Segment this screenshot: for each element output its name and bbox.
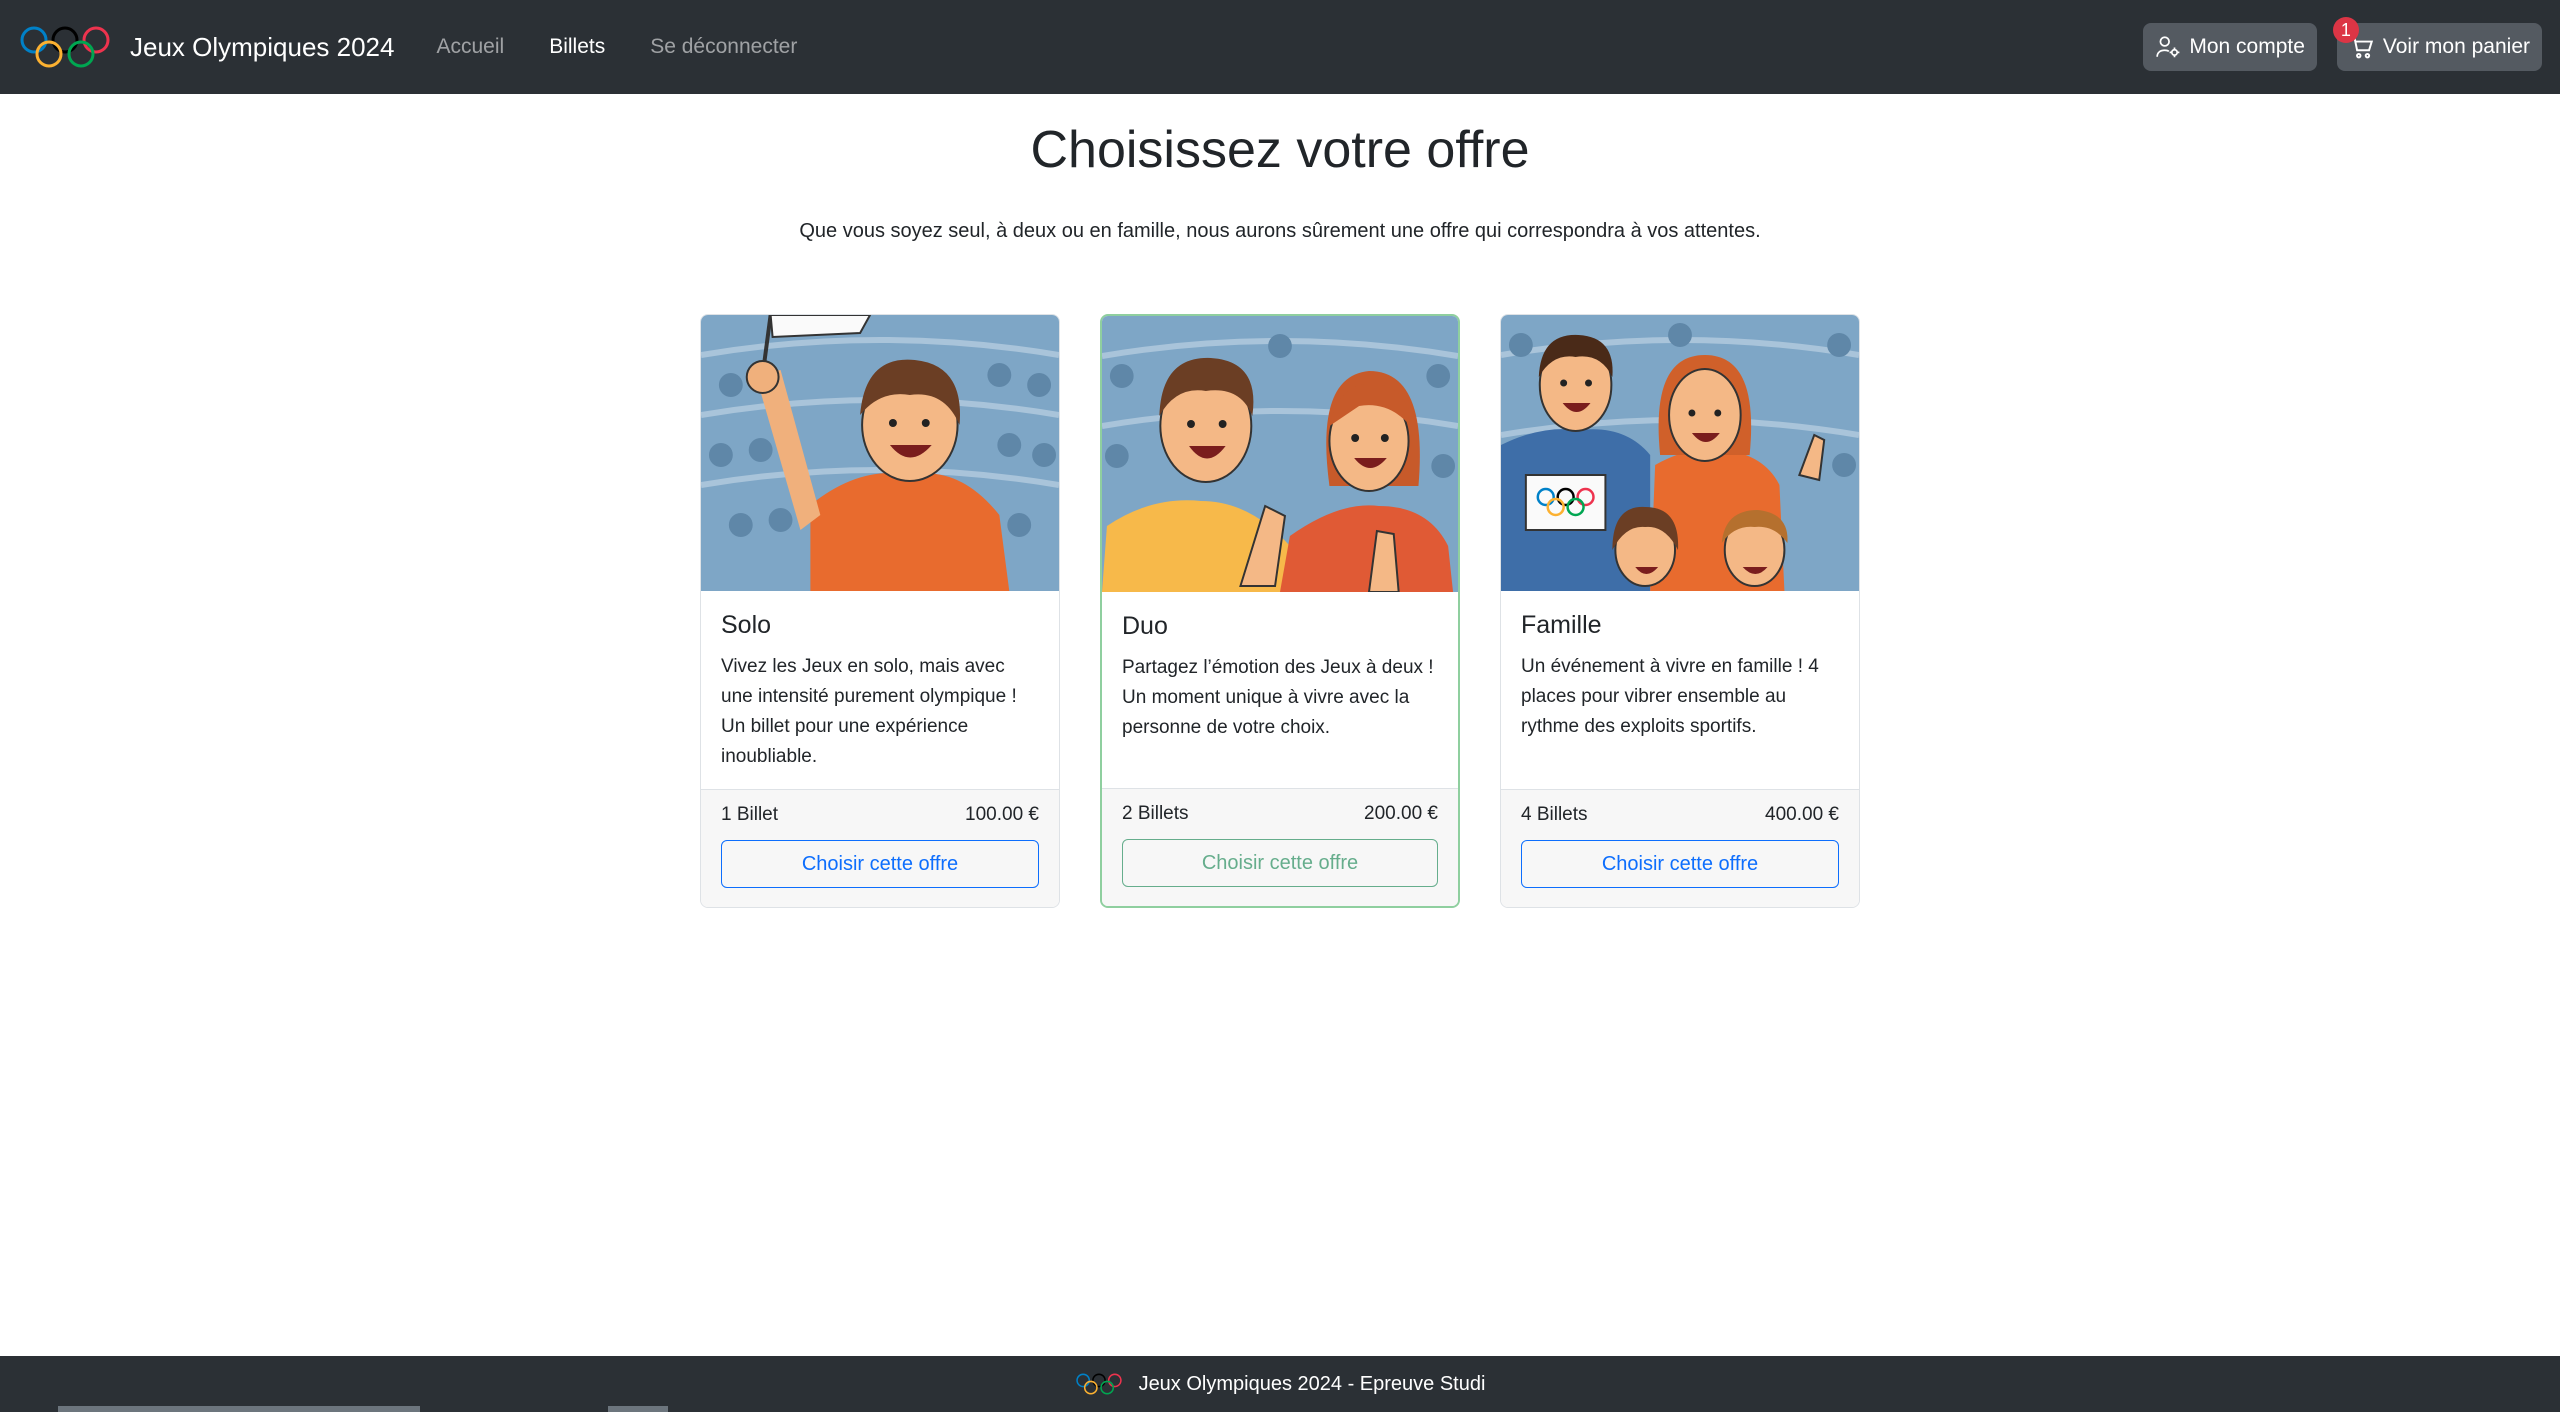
- cart-button[interactable]: 1 Voir mon panier: [2332, 17, 2542, 71]
- offer-body-duo: Duo Partagez l’émotion des Jeux à deux !…: [1102, 592, 1458, 790]
- offer-tickets: 2 Billets: [1122, 803, 1189, 824]
- navbar: Jeux Olympiques 2024 Accueil Billets Se …: [0, 0, 2560, 94]
- horizontal-scrollbar[interactable]: [58, 1406, 420, 1412]
- offer-cards: Solo Vivez les Jeux en solo, mais avec u…: [700, 314, 1860, 908]
- cart-count-badge: 1: [2332, 17, 2359, 43]
- account-label: Mon compte: [2189, 35, 2305, 58]
- offer-body-famille: Famille Un événement à vivre en famille …: [1501, 591, 1859, 789]
- user-gear-icon: [2156, 36, 2180, 58]
- offer-card-famille: Famille Un événement à vivre en famille …: [1500, 314, 1860, 908]
- cart-label: Voir mon panier: [2382, 35, 2530, 58]
- offer-title: Famille: [1521, 611, 1602, 639]
- site-footer: Jeux Olympiques 2024 - Epreuve Studi: [0, 1356, 2560, 1412]
- choose-offer-button-duo[interactable]: Choisir cette offre: [1122, 839, 1438, 887]
- offer-image-duo: [1102, 316, 1458, 592]
- choose-offer-button-famille[interactable]: Choisir cette offre: [1521, 840, 1839, 888]
- footer-text: Jeux Olympiques 2024 - Epreuve Studi: [1138, 1372, 1486, 1395]
- offer-image-famille: [1501, 315, 1859, 591]
- offer-tickets: 1 Billet: [721, 804, 779, 825]
- offer-title: Duo: [1122, 612, 1168, 640]
- offer-footer-famille: 4 Billets 400.00 € Choisir cette offre: [1501, 789, 1859, 907]
- page-lead: Que vous soyez seul, à deux ou en famill…: [799, 220, 1761, 242]
- nav-link-accueil[interactable]: Accueil: [436, 35, 504, 59]
- offer-footer-duo: 2 Billets 200.00 € Choisir cette offre: [1102, 788, 1458, 906]
- choose-offer-button-solo[interactable]: Choisir cette offre: [721, 840, 1039, 888]
- page-title: Choisissez votre offre: [1030, 121, 1530, 179]
- scrollbar-segment: [608, 1406, 668, 1412]
- offer-description: Un événement à vivre en famille ! 4 plac…: [1521, 656, 1819, 737]
- offer-title: Solo: [721, 611, 772, 639]
- offer-card-duo: Duo Partagez l’émotion des Jeux à deux !…: [1100, 314, 1460, 908]
- olympic-rings-icon: [20, 26, 110, 68]
- brand-link[interactable]: Jeux Olympiques 2024: [18, 24, 394, 70]
- offer-footer-solo: 1 Billet 100.00 € Choisir cette offre: [701, 789, 1059, 907]
- offer-description: Partagez l’émotion des Jeux à deux ! Un …: [1122, 657, 1434, 738]
- offer-tickets: 4 Billets: [1521, 804, 1588, 825]
- offer-price: 400.00 €: [1765, 804, 1839, 825]
- offer-image-solo: [701, 315, 1059, 591]
- offer-description: Vivez les Jeux en solo, mais avec une in…: [721, 656, 1017, 767]
- offer-card-solo: Solo Vivez les Jeux en solo, mais avec u…: [700, 314, 1060, 908]
- nav-link-logout[interactable]: Se déconnecter: [650, 35, 797, 59]
- brand-title: Jeux Olympiques 2024: [130, 31, 395, 62]
- offer-price: 100.00 €: [965, 804, 1039, 825]
- nav-actions: Mon compte 1 Voir mon panier: [2143, 17, 2542, 71]
- offer-price: 200.00 €: [1364, 803, 1438, 824]
- nav-link-billets[interactable]: Billets: [549, 35, 605, 59]
- account-button[interactable]: Mon compte: [2143, 23, 2317, 71]
- olympic-rings-icon: [1075, 1373, 1122, 1395]
- nav-links: Accueil Billets Se déconnecter: [436, 35, 842, 59]
- offer-body-solo: Solo Vivez les Jeux en solo, mais avec u…: [701, 591, 1059, 789]
